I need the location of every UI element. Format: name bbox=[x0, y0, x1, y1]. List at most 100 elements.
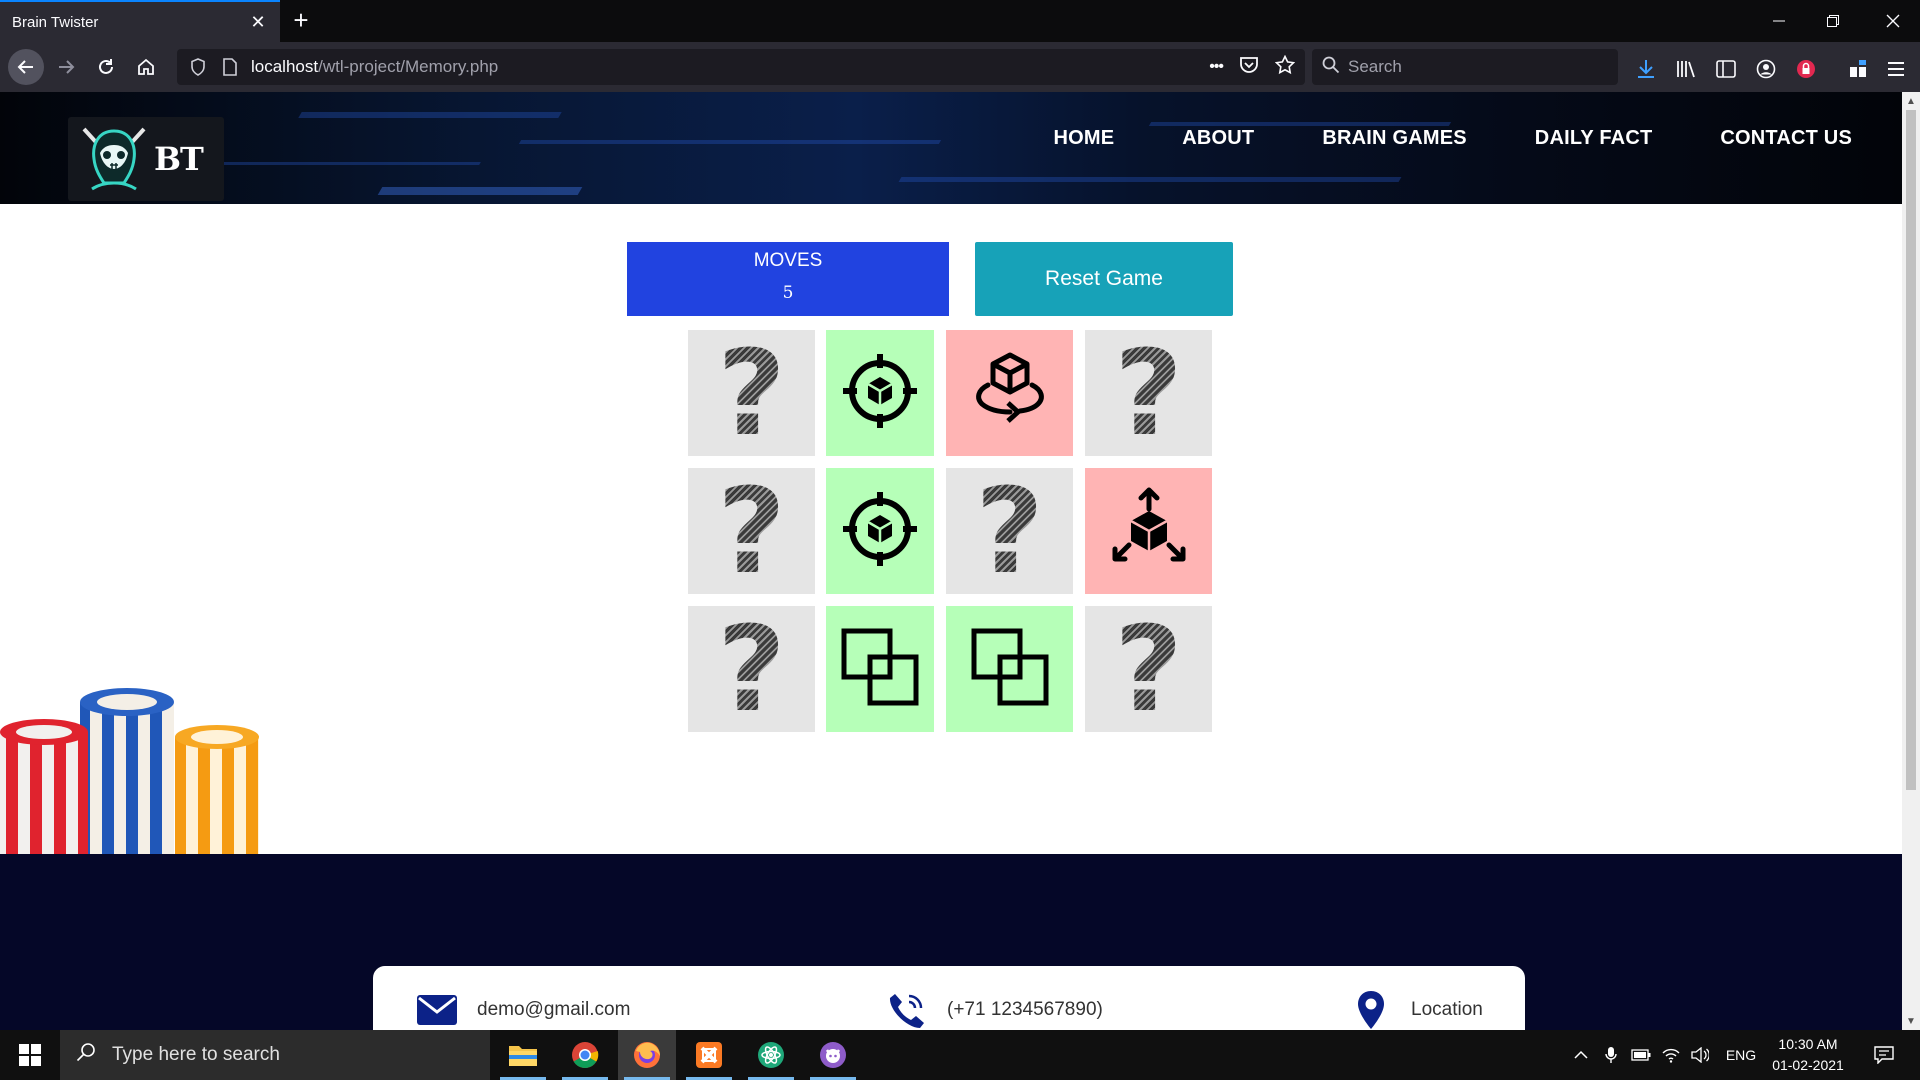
scroll-up-icon[interactable]: ▲ bbox=[1902, 92, 1920, 110]
question-mark-icon: ? bbox=[717, 600, 786, 738]
memory-card[interactable] bbox=[946, 330, 1073, 456]
memory-card[interactable]: ? bbox=[1085, 606, 1212, 732]
back-button[interactable] bbox=[8, 49, 44, 85]
memory-card[interactable] bbox=[826, 330, 934, 456]
taskbar-search-box[interactable]: Type here to search bbox=[60, 1030, 490, 1080]
memory-card[interactable] bbox=[826, 606, 934, 732]
memory-card[interactable]: ? bbox=[1085, 330, 1212, 456]
folder-icon bbox=[509, 1046, 537, 1066]
phone-icon bbox=[885, 990, 929, 1030]
windows-start-button[interactable] bbox=[0, 1030, 60, 1080]
xampp-app[interactable] bbox=[680, 1030, 738, 1080]
memory-card[interactable] bbox=[826, 468, 934, 594]
memory-card[interactable]: ? bbox=[946, 468, 1073, 594]
pocket-icon[interactable] bbox=[1239, 56, 1259, 79]
atom-app[interactable] bbox=[742, 1030, 800, 1080]
search-bar[interactable]: Search bbox=[1312, 49, 1618, 85]
sidebar-icon[interactable] bbox=[1716, 59, 1736, 79]
taskbar-search-placeholder: Type here to search bbox=[112, 1044, 280, 1065]
windows-logo-icon bbox=[19, 1044, 41, 1066]
notifications-icon[interactable] bbox=[1864, 1030, 1904, 1080]
nav-home[interactable]: HOME bbox=[1053, 127, 1114, 150]
microphone-icon[interactable] bbox=[1598, 1030, 1624, 1080]
site-header: BT HOME ABOUT BRAIN GAMES DAILY FACT CON… bbox=[0, 92, 1902, 204]
browser-tab-strip: Brain Twister ✕ + bbox=[0, 0, 1920, 42]
memory-card[interactable]: ? bbox=[688, 468, 815, 594]
question-mark-icon: ? bbox=[1114, 600, 1183, 738]
browser-tab[interactable]: Brain Twister ✕ bbox=[0, 0, 280, 42]
system-clock[interactable]: 10:30 AM 01-02-2021 bbox=[1766, 1034, 1850, 1076]
lock-addon-icon[interactable] bbox=[1796, 59, 1816, 79]
close-tab-icon[interactable]: ✕ bbox=[248, 12, 268, 32]
tab-title: Brain Twister bbox=[12, 13, 99, 31]
language-indicator[interactable]: ENG bbox=[1720, 1030, 1762, 1080]
github-desktop-app[interactable] bbox=[804, 1030, 862, 1080]
nav-brain-games[interactable]: BRAIN GAMES bbox=[1322, 127, 1466, 150]
target-cube-icon bbox=[839, 350, 921, 437]
page-icon bbox=[219, 58, 241, 76]
downloads-icon[interactable] bbox=[1636, 59, 1656, 79]
question-mark-icon: ? bbox=[1114, 324, 1183, 462]
minimize-icon[interactable] bbox=[1752, 0, 1806, 42]
chrome-app[interactable] bbox=[556, 1030, 614, 1080]
nav-contact-us[interactable]: CONTACT US bbox=[1720, 127, 1852, 150]
home-button[interactable] bbox=[130, 51, 162, 83]
site-logo[interactable]: BT bbox=[68, 117, 224, 201]
xampp-icon bbox=[696, 1042, 722, 1068]
nav-about[interactable]: ABOUT bbox=[1182, 127, 1254, 150]
account-icon[interactable] bbox=[1756, 59, 1776, 79]
extensions-icon[interactable] bbox=[1848, 59, 1868, 79]
contact-phone[interactable]: (+71 1234567890) bbox=[885, 990, 1103, 1030]
contact-location[interactable]: Location bbox=[1349, 990, 1483, 1030]
atom-icon bbox=[758, 1042, 784, 1068]
clock-time: 10:30 AM bbox=[1778, 1036, 1838, 1052]
wifi-icon[interactable] bbox=[1657, 1030, 1685, 1080]
memory-card[interactable]: ? bbox=[688, 606, 815, 732]
rotate-cube-icon bbox=[968, 349, 1052, 438]
reload-button[interactable] bbox=[90, 51, 122, 83]
question-mark-icon: ? bbox=[975, 462, 1044, 600]
overlap-squares-icon bbox=[839, 626, 921, 713]
nav-daily-fact[interactable]: DAILY FACT bbox=[1535, 127, 1653, 150]
scroll-thumb[interactable] bbox=[1906, 110, 1916, 790]
library-icon[interactable] bbox=[1676, 59, 1696, 79]
new-tab-button[interactable]: + bbox=[288, 7, 314, 34]
memory-card[interactable]: ? bbox=[688, 330, 815, 456]
shield-icon[interactable] bbox=[187, 58, 209, 76]
skull-logo-icon bbox=[82, 127, 146, 191]
moves-label: MOVES bbox=[753, 250, 823, 271]
search-placeholder: Search bbox=[1348, 57, 1402, 76]
volume-icon[interactable] bbox=[1686, 1030, 1714, 1080]
page-scrollbar[interactable]: ▲ ▼ bbox=[1902, 92, 1920, 1030]
address-bar[interactable]: localhost/wtl-project/Memory.php ••• bbox=[177, 49, 1305, 85]
show-hidden-icons-icon[interactable] bbox=[1568, 1030, 1594, 1080]
scroll-down-icon[interactable]: ▼ bbox=[1902, 1012, 1920, 1030]
question-mark-icon: ? bbox=[717, 324, 786, 462]
browser-toolbar: localhost/wtl-project/Memory.php ••• Sea… bbox=[0, 42, 1920, 92]
forward-button[interactable] bbox=[50, 51, 82, 83]
location-text: Location bbox=[1411, 999, 1483, 1020]
memory-card[interactable] bbox=[946, 606, 1073, 732]
memory-card[interactable] bbox=[1085, 468, 1212, 594]
location-pin-icon bbox=[1349, 990, 1393, 1030]
window-close-icon[interactable] bbox=[1866, 0, 1920, 42]
github-icon bbox=[820, 1042, 846, 1068]
restore-icon[interactable] bbox=[1806, 0, 1860, 42]
url-path: /wtl-project/Memory.php bbox=[318, 57, 499, 76]
phone-text: (+71 1234567890) bbox=[947, 999, 1103, 1020]
contact-email[interactable]: demo@gmail.com bbox=[415, 990, 630, 1030]
firefox-app[interactable] bbox=[618, 1030, 676, 1080]
logo-text: BT bbox=[154, 140, 204, 178]
page-actions-icon[interactable]: ••• bbox=[1209, 58, 1224, 76]
envelope-icon bbox=[415, 990, 459, 1030]
cube-arrows-icon bbox=[1107, 487, 1191, 576]
reset-game-button[interactable]: Reset Game bbox=[975, 242, 1233, 316]
main-nav: HOME ABOUT BRAIN GAMES DAILY FACT CONTAC… bbox=[1053, 127, 1852, 150]
bookmark-star-icon[interactable] bbox=[1274, 54, 1296, 80]
moves-value: 5 bbox=[782, 283, 794, 303]
menu-icon[interactable] bbox=[1886, 59, 1906, 79]
moves-counter: MOVES 5 bbox=[627, 242, 949, 316]
battery-icon[interactable] bbox=[1627, 1030, 1655, 1080]
contact-card: demo@gmail.com (+71 1234567890) Location bbox=[373, 966, 1525, 1030]
file-explorer-app[interactable] bbox=[494, 1030, 552, 1080]
